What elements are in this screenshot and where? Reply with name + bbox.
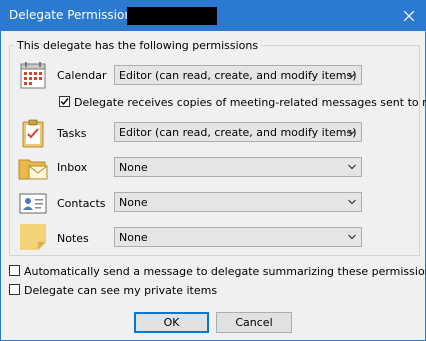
contacts-icon: [19, 193, 47, 214]
calendar-permission-select[interactable]: Editor (can read, create, and modify ite…: [114, 65, 362, 85]
auto-send-summary-label[interactable]: Automatically send a message to delegate…: [24, 265, 426, 278]
redacted-name: [127, 7, 217, 25]
tasks-permission-value: Editor (can read, create, and modify ite…: [119, 126, 357, 139]
notes-permission-select[interactable]: None: [114, 227, 362, 247]
cancel-button[interactable]: Cancel: [216, 312, 292, 333]
private-items-label[interactable]: Delegate can see my private items: [24, 284, 217, 297]
calendar-icon: [20, 62, 46, 89]
private-items-checkbox[interactable]: [9, 284, 20, 295]
chevron-down-icon: [348, 164, 356, 170]
notes-permission-value: None: [119, 231, 148, 244]
permissions-group-label: This delegate has the following permissi…: [14, 39, 262, 52]
notes-label: Notes: [57, 232, 89, 245]
dialog-title: Delegate Permissions:: [9, 8, 143, 22]
contacts-permission-select[interactable]: None: [114, 192, 362, 212]
tasks-permission-select[interactable]: Editor (can read, create, and modify ite…: [114, 122, 362, 142]
chevron-down-icon: [348, 234, 356, 240]
ok-button[interactable]: OK: [134, 312, 209, 333]
checkmark-icon: [60, 98, 69, 106]
delegate-permissions-dialog: Delegate Permissions: This delegate has …: [0, 0, 426, 341]
auto-send-summary-checkbox[interactable]: [9, 265, 20, 276]
chevron-down-icon: [348, 72, 356, 78]
close-icon: [404, 11, 414, 21]
calendar-label: Calendar: [57, 69, 107, 82]
close-button[interactable]: [393, 1, 425, 31]
chevron-down-icon: [348, 129, 356, 135]
inbox-icon: [18, 159, 48, 180]
inbox-permission-select[interactable]: None: [114, 157, 362, 177]
meeting-copies-label[interactable]: Delegate receives copies of meeting-rela…: [74, 96, 426, 109]
title-bar[interactable]: Delegate Permissions:: [1, 1, 425, 31]
tasks-label: Tasks: [57, 127, 87, 140]
calendar-permission-value: Editor (can read, create, and modify ite…: [119, 69, 357, 82]
tasks-icon: [22, 119, 44, 148]
inbox-label: Inbox: [57, 161, 88, 174]
chevron-down-icon: [348, 199, 356, 205]
contacts-permission-value: None: [119, 196, 148, 209]
meeting-copies-checkbox[interactable]: [59, 96, 70, 107]
inbox-permission-value: None: [119, 161, 148, 174]
contacts-label: Contacts: [57, 197, 106, 210]
notes-icon: [20, 224, 46, 250]
